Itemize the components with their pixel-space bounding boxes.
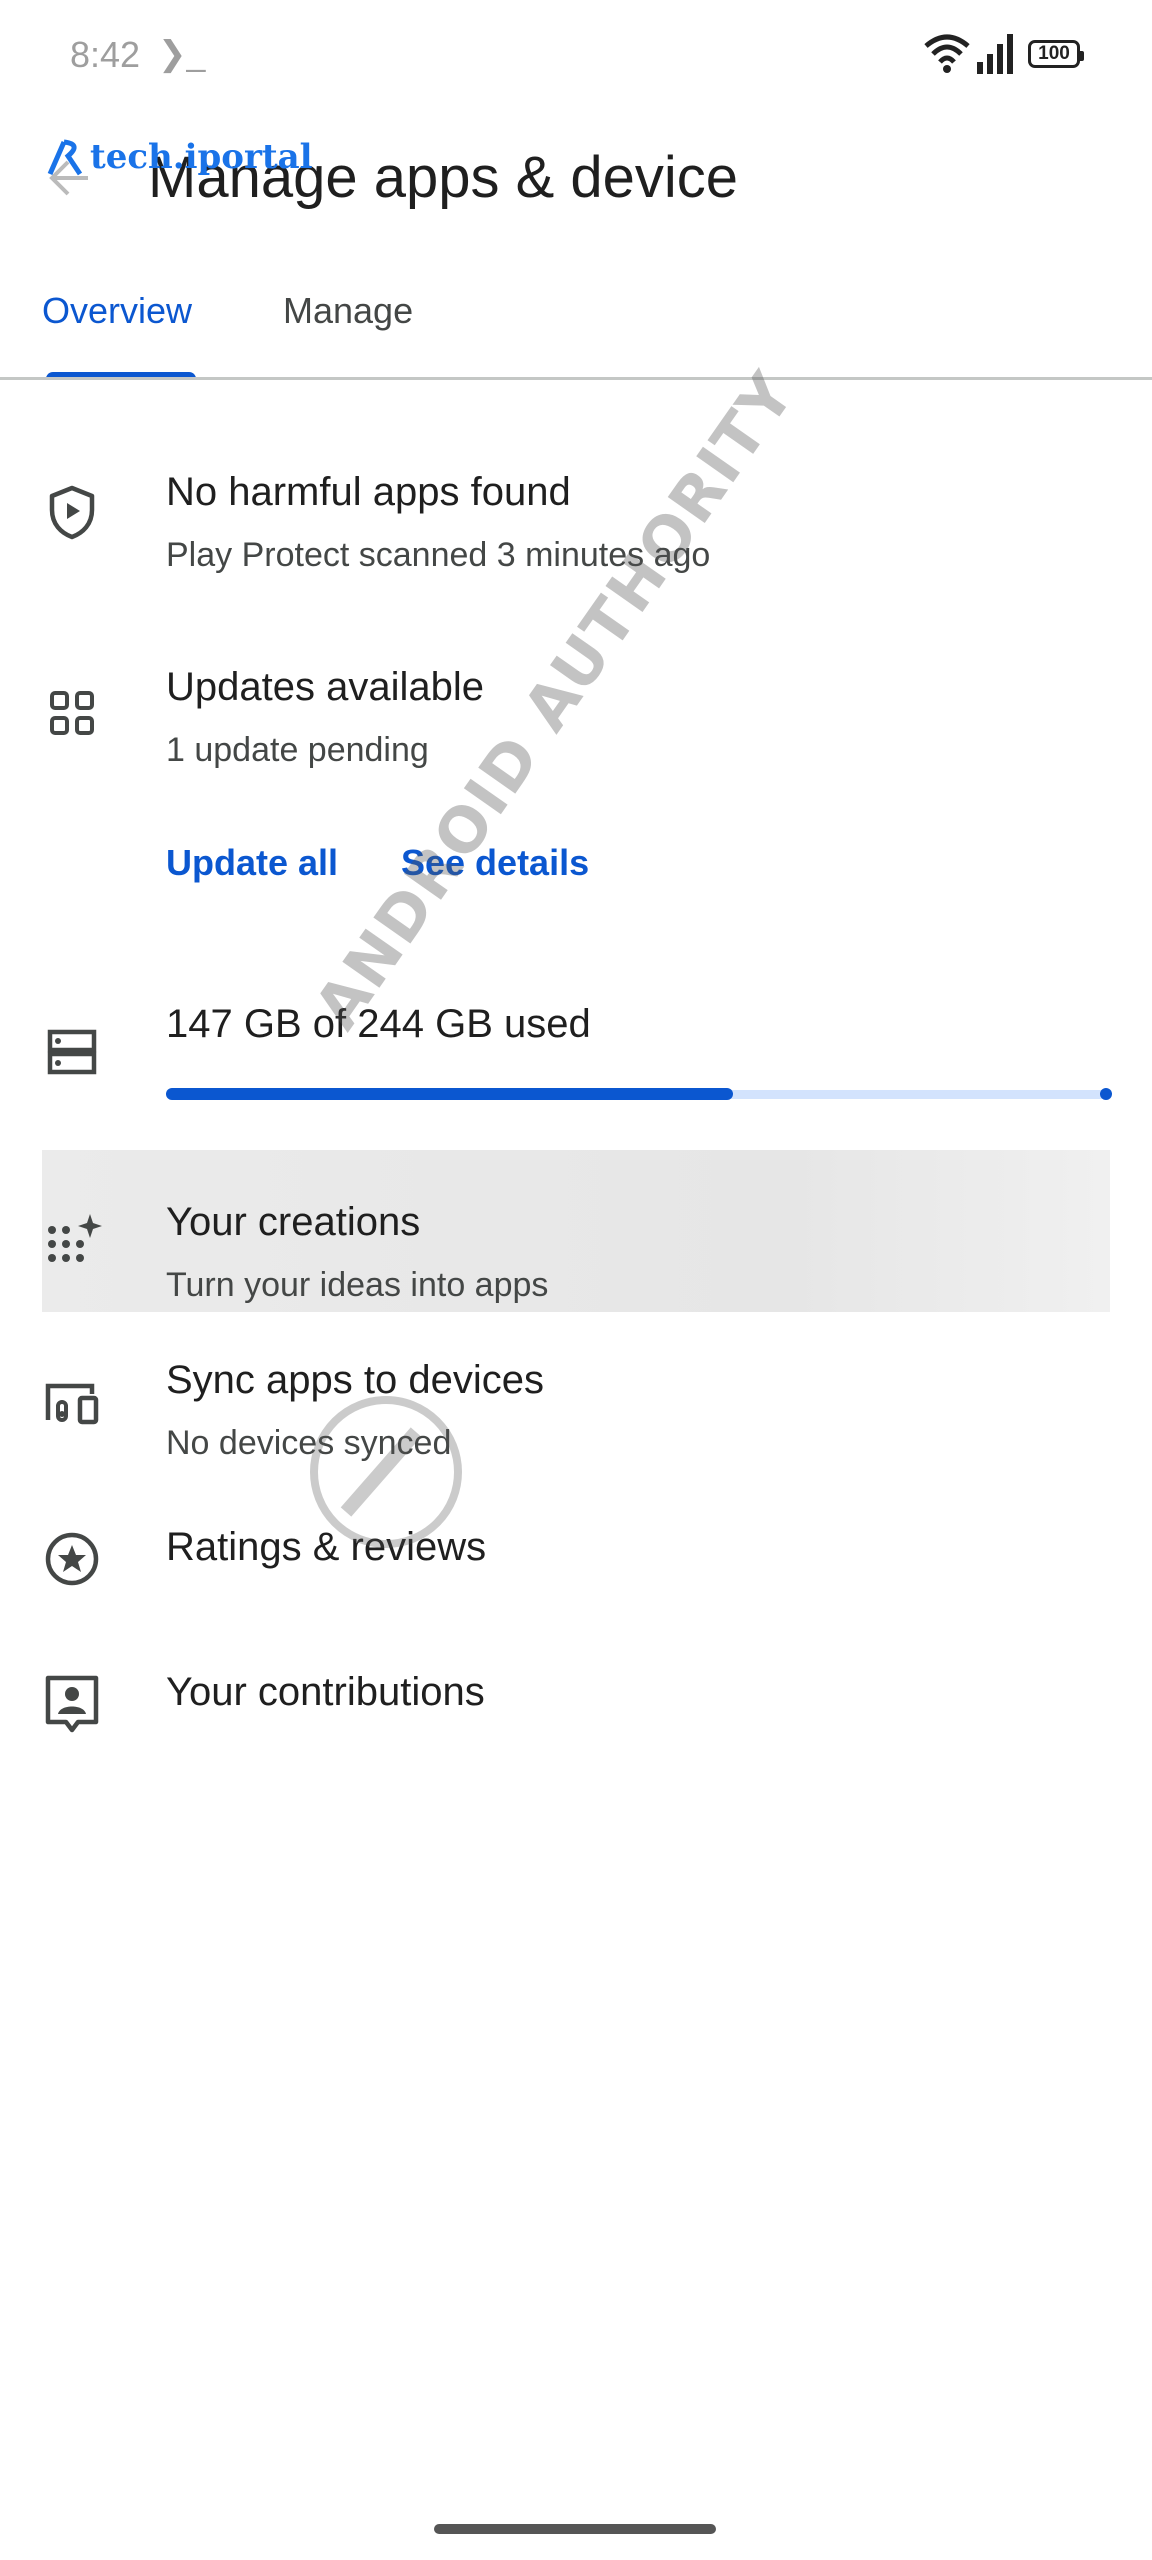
creations-title: Your creations [166,1200,421,1244]
contributions-row[interactable]: Your contributions [0,1650,1152,1760]
logo-text: tech.iportal [90,137,313,177]
sync-row[interactable]: Sync apps to devices No devices synced [0,1340,1152,1490]
watermark-logo-icon [310,1396,462,1548]
apps-grid-icon [50,691,94,735]
updates-subtitle: 1 update pending [166,731,429,769]
logo-mark-icon [47,139,83,176]
signal-icon [977,34,1013,74]
storage-bar-end-dot [1100,1088,1112,1100]
play-protect-row[interactable]: No harmful apps found Play Protect scann… [0,450,1152,600]
status-time: 8:42 [70,34,141,75]
sparkle-dots-icon [48,1214,102,1262]
updates-title: Updates available [166,665,484,709]
devices-icon [45,1383,99,1425]
ratings-row[interactable]: Ratings & reviews [0,1505,1152,1615]
update-all-button[interactable]: Update all [166,842,338,884]
shield-play-icon [49,485,95,540]
tab-overview[interactable]: Overview [42,290,192,332]
battery-icon: 100 [1028,40,1084,68]
tab-divider [0,377,1152,380]
terminal-icon: ❯_ [158,35,206,73]
protect-title: No harmful apps found [166,470,571,514]
gesture-nav-handle[interactable] [434,2524,716,2534]
star-circle-icon [45,1532,99,1586]
contributor-badge-icon [45,1675,99,1733]
site-logo: tech.iportal [44,136,313,178]
storage-row[interactable]: 147 GB of 244 GB used [0,990,1152,1120]
storage-icon [47,1029,97,1075]
tab-manage[interactable]: Manage [283,290,413,332]
contributions-title: Your contributions [166,1670,485,1714]
wifi-icon [924,34,970,73]
creations-subtitle: Turn your ideas into apps [166,1266,549,1304]
storage-bar-fill [166,1088,734,1100]
